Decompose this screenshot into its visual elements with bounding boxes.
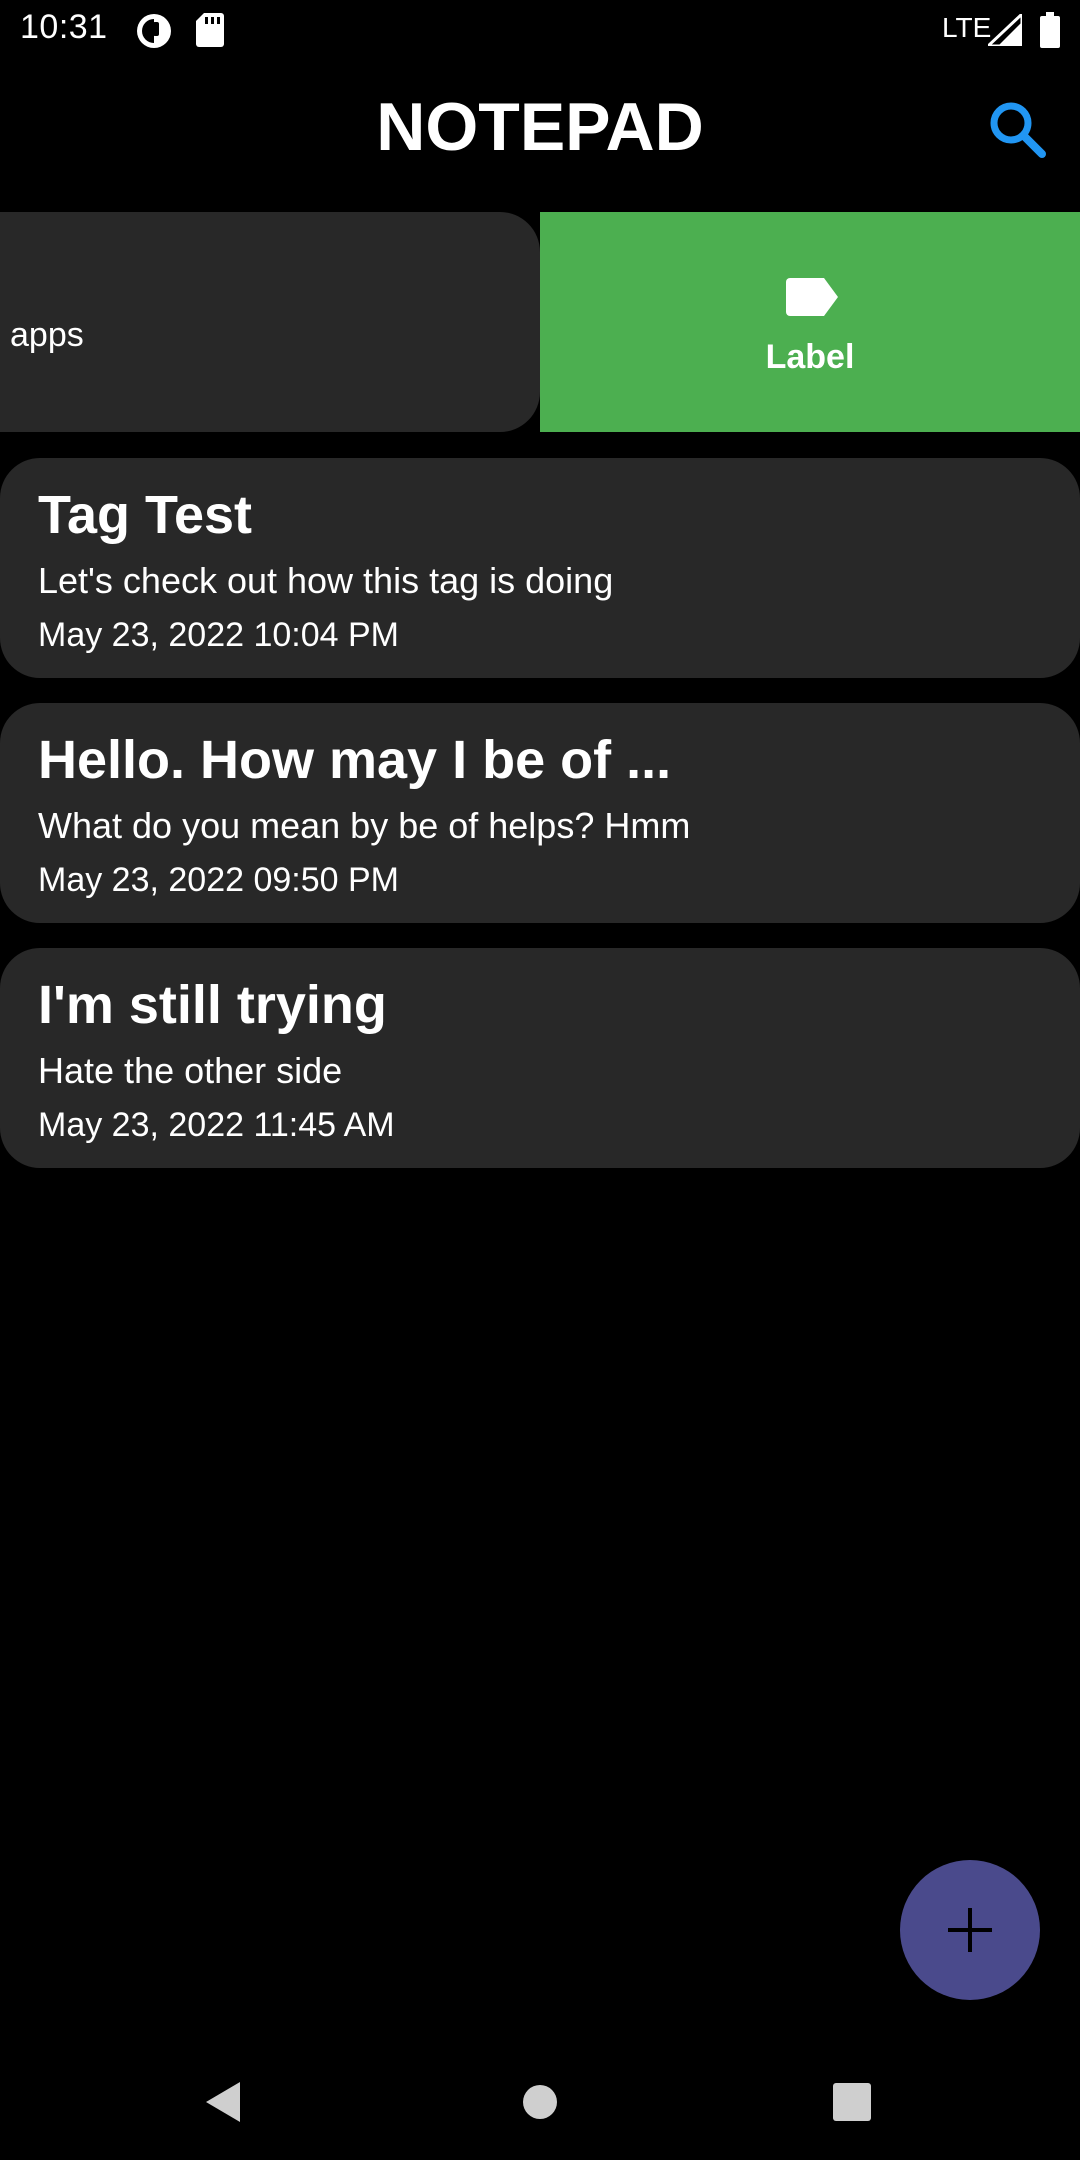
- note-date: May 23, 2022 11:45 AM: [38, 1106, 395, 1144]
- plus-icon: [948, 1908, 992, 1952]
- app-title: NOTEPAD: [376, 89, 704, 165]
- search-button[interactable]: [986, 98, 1050, 162]
- swiped-note-row[interactable]: apps Label: [0, 212, 1080, 432]
- status-time: 10:31: [20, 8, 108, 46]
- note-date: May 23, 2022 10:04 PM: [38, 616, 400, 654]
- recents-icon: [833, 2083, 871, 2121]
- network-type: LTE: [942, 12, 992, 43]
- note-date: May 23, 2022 09:50 PM: [38, 861, 400, 899]
- swiped-note-card[interactable]: apps: [0, 212, 540, 432]
- search-icon: [990, 102, 1046, 158]
- note-title: Hello. How may I be of ...: [38, 730, 672, 790]
- sd-card-icon: [196, 13, 224, 52]
- system-nav-bar: [0, 2040, 1080, 2160]
- add-note-button[interactable]: [900, 1860, 1040, 2000]
- note-title: I'm still trying: [38, 975, 387, 1035]
- note-body: What do you mean by be of helps? Hmm: [38, 805, 691, 846]
- label-action-label: Label: [765, 338, 855, 376]
- note-card[interactable]: I'm still trying Hate the other side May…: [0, 948, 1080, 1168]
- back-button[interactable]: [200, 2078, 248, 2131]
- label-action-button[interactable]: Label: [540, 212, 1080, 432]
- signal-icon: [984, 10, 1024, 51]
- recents-button[interactable]: [832, 2082, 872, 2127]
- note-card[interactable]: Tag Test Let's check out how this tag is…: [0, 458, 1080, 678]
- back-icon: [206, 2082, 240, 2122]
- notepad-screen: 10:31 LTE NOTEPAD apps Label Tag Test Le…: [0, 0, 1080, 2160]
- note-card[interactable]: Hello. How may I be of ... What do you m…: [0, 703, 1080, 923]
- swiped-note-text: apps: [10, 316, 84, 354]
- note-title: Tag Test: [38, 485, 253, 545]
- battery-icon: [1040, 12, 1060, 53]
- note-body: Hate the other side: [38, 1050, 343, 1091]
- home-icon: [523, 2085, 557, 2119]
- app-notification-icon: [136, 13, 172, 54]
- note-body: Let's check out how this tag is doing: [38, 560, 614, 601]
- status-bar: 10:31 LTE: [0, 0, 1080, 62]
- home-button[interactable]: [522, 2084, 558, 2125]
- label-icon: [786, 278, 838, 316]
